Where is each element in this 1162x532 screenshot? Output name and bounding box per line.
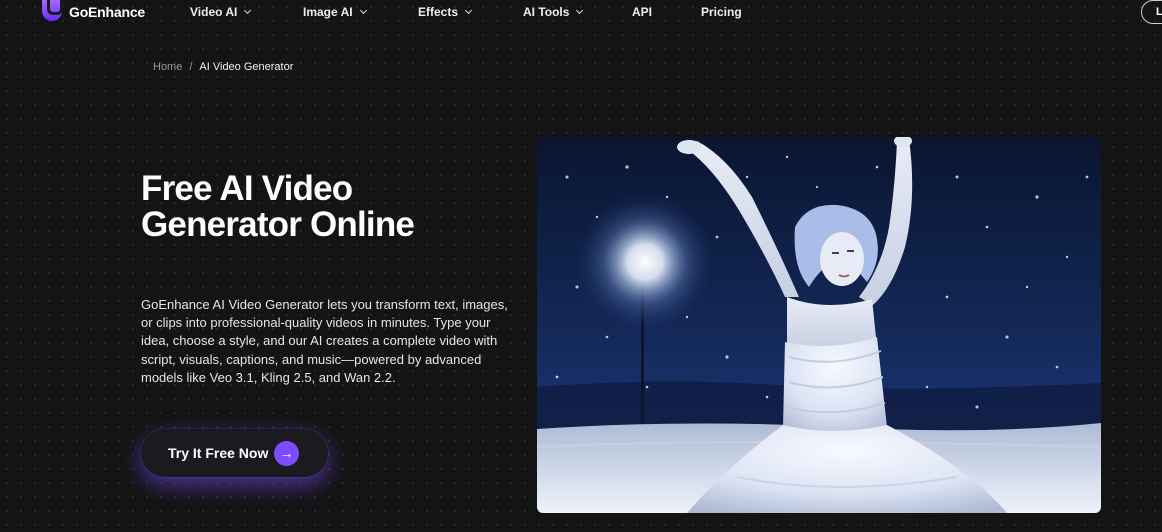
page-title: Free AI Video Generator Online [141,169,415,244]
breadcrumb: Home / AI Video Generator [153,61,293,73]
brand-logo[interactable]: GoEnhance [42,0,145,24]
nav-item-label: AI Tools [523,5,570,19]
breadcrumb-current: AI Video Generator [199,61,294,73]
nav-item-effects[interactable]: Effects [418,0,473,24]
top-navbar: GoEnhance Video AI Image AI Effects AI T… [0,0,1162,24]
try-it-free-button[interactable]: Try It Free Now → [141,429,328,477]
chevron-down-icon [576,6,584,14]
nav-item-image-ai[interactable]: Image AI [303,0,367,24]
nav-item-pricing[interactable]: Pricing [701,0,742,24]
cta-label: Try It Free Now [168,445,269,461]
breadcrumb-home-link[interactable]: Home [153,61,182,73]
breadcrumb-separator: / [189,61,193,73]
nav-item-label: Image AI [303,5,353,19]
arrow-right-icon: → [274,441,299,466]
nav-item-video-ai[interactable]: Video AI [190,0,252,24]
login-button[interactable]: L [1141,0,1162,24]
hero-video-preview [537,137,1101,513]
nav-item-label: Video AI [190,5,238,19]
chevron-down-icon [464,6,473,14]
nav-item-label: Effects [418,5,459,19]
nav-item-label: Pricing [701,5,742,19]
hero-description: GoEnhance AI Video Generator lets you tr… [141,297,508,385]
chevron-down-icon [244,6,252,14]
nav-item-api[interactable]: API [632,0,652,24]
nav-item-ai-tools[interactable]: AI Tools [523,0,584,24]
nav-item-label: API [632,5,653,19]
goenhance-logo-icon [42,0,63,21]
brand-name: GoEnhance [69,4,145,20]
chevron-down-icon [359,6,367,14]
